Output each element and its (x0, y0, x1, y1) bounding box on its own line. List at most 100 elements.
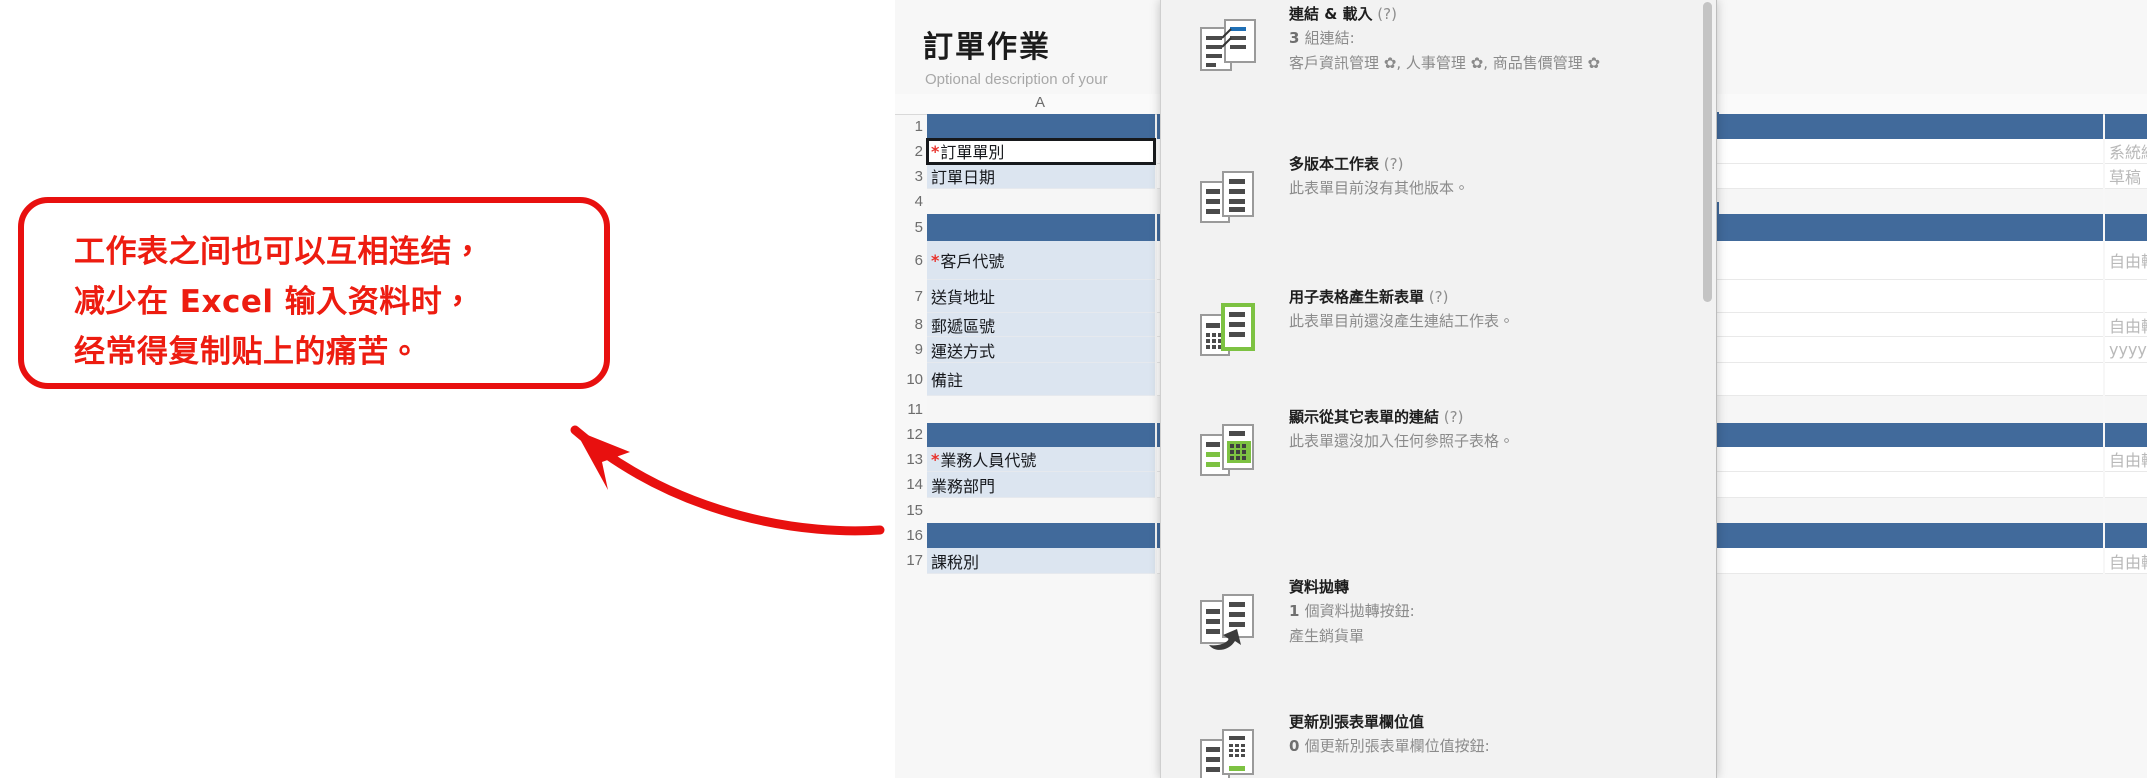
cell-label: 運送方式 (931, 341, 996, 361)
cell-placeholder: 自由輸入 (2109, 552, 2147, 572)
cell-d[interactable] (2105, 396, 2147, 423)
help-hint-icon[interactable]: (?) (1379, 155, 1404, 173)
feature-card-title[interactable]: 連結 & 載入 (?) (1289, 2, 1709, 26)
feature-card-title-text: 連結 & 載入 (1289, 5, 1373, 23)
callout-arrow (570, 425, 885, 536)
cell-a[interactable] (927, 396, 1155, 423)
feature-card-body: 更新別張表單欄位值 0 個更新別張表單欄位值按鈕: (1289, 710, 1709, 759)
cell-a[interactable]: 課稅別 (927, 548, 1155, 574)
cell-label: 備註 (931, 371, 964, 390)
page-title: 訂單作業 (923, 30, 1051, 65)
cell-d[interactable] (2105, 498, 2147, 523)
data-transfer-icon (1191, 583, 1263, 655)
help-hint-icon[interactable]: (?) (1424, 288, 1449, 306)
feature-card-body: 用子表格產生新表單 (?) 此表單目前還沒產生連結工作表。 (1289, 285, 1709, 334)
cell-d[interactable] (2105, 523, 2147, 548)
feature-card-title-text: 更新別張表單欄位值 (1289, 713, 1425, 731)
cell-d[interactable] (2105, 114, 2147, 139)
cell-a[interactable]: 業務部門 (927, 472, 1155, 498)
feature-card-summary: 1 個資料拋轉按鈕: (1289, 599, 1709, 624)
cell-d[interactable]: 自由輸入 (2105, 548, 2147, 574)
feature-card-title-text: 用子表格產生新表單 (1289, 288, 1425, 306)
feature-card-title[interactable]: 資料拋轉 (1289, 575, 1709, 599)
feature-card-summary: 0 個更新別張表單欄位值按鈕: (1289, 734, 1709, 759)
cell-d[interactable]: 自由輸入 (2105, 447, 2147, 472)
feature-card-title[interactable]: 用子表格產生新表單 (?) (1289, 285, 1709, 309)
cell-a[interactable]: 送貨地址 (927, 280, 1155, 313)
cell-a[interactable] (927, 189, 1155, 214)
feature-card-summary: 3 組連結: (1289, 26, 1709, 51)
show-links-from-other-forms-icon (1191, 413, 1263, 485)
form-features-panel[interactable]: 連結 & 載入 (?) 3 組連結: 客戶資訊管理 ✿, 人事管理 ✿, 商品售價管… (1160, 0, 1717, 778)
feature-count: 3 (1289, 29, 1305, 47)
required-marker: * (931, 250, 940, 270)
feature-card-body: 連結 & 載入 (?) 3 組連結: 客戶資訊管理 ✿, 人事管理 ✿, 商品售價管… (1289, 2, 1709, 76)
feature-count: 0 (1289, 737, 1305, 755)
cell-label: 業務部門 (931, 476, 996, 496)
column-header-d[interactable]: D (2105, 94, 2147, 111)
feature-card-title[interactable]: 顯示從其它表單的連結 (?) (1289, 405, 1709, 429)
panel-scrollbar-track[interactable] (1703, 0, 1714, 778)
cell-placeholder: yyyy/MM/dd (2109, 340, 2147, 359)
row-number[interactable]: 4 (895, 189, 923, 214)
cell-a[interactable] (927, 423, 1155, 447)
cell-label: 客戶代號 (940, 252, 1005, 271)
sheet-description[interactable]: Optional description of your (925, 71, 1108, 88)
link-load-icon (1191, 10, 1263, 82)
cell-placeholder: 自由輸入 (2109, 316, 2147, 336)
cell-a[interactable]: * 訂單單別 (926, 138, 1156, 165)
row-number[interactable]: 5 (895, 214, 923, 241)
cell-label: 訂單單別 (940, 143, 1005, 162)
feature-summary-text: 此表單還沒加入任何參照子表格。 (1289, 432, 1515, 450)
feature-summary-text: 此表單目前沒有其他版本。 (1289, 179, 1470, 197)
feature-summary-text: 個資料拋轉按鈕: (1304, 602, 1415, 620)
cell-d[interactable]: 自由輸入 (2105, 313, 2147, 337)
row-number[interactable]: 17 (895, 548, 923, 574)
cell-d[interactable] (2105, 280, 2147, 313)
cell-d[interactable]: 系統編號 (2105, 139, 2147, 164)
cell-d[interactable] (2105, 189, 2147, 214)
multi-version-sheet-icon (1191, 160, 1263, 232)
feature-card-title[interactable]: 多版本工作表 (?) (1289, 152, 1709, 176)
feature-card-summary: 此表單目前沒有其他版本。 (1289, 176, 1709, 201)
cell-d[interactable]: 自由輸入 (2105, 241, 2147, 280)
feature-card-title[interactable]: 更新別張表單欄位值 (1289, 710, 1709, 734)
feature-card-links[interactable]: 產生銷貨單 (1289, 624, 1709, 649)
required-marker: * (931, 449, 940, 469)
row-number[interactable]: 6 (895, 241, 923, 280)
cell-a[interactable] (927, 498, 1155, 523)
feature-card-summary: 此表單目前還沒產生連結工作表。 (1289, 309, 1709, 334)
cell-a[interactable]: * 客戶代號 (927, 241, 1155, 280)
cell-d[interactable] (2105, 423, 2147, 447)
feature-summary-text: 個更新別張表單欄位值按鈕: (1304, 737, 1490, 755)
cell-d[interactable]: yyyy/MM/dd (2105, 337, 2147, 363)
cell-a[interactable]: 郵遞區號 (927, 313, 1155, 337)
cell-a[interactable] (927, 523, 1155, 548)
cell-a[interactable] (927, 114, 1155, 139)
feature-card-summary: 此表單還沒加入任何參照子表格。 (1289, 429, 1709, 454)
row-number[interactable]: 1 (895, 114, 923, 139)
row-number[interactable]: 7 (895, 280, 923, 313)
help-hint-icon[interactable]: (?) (1373, 5, 1397, 23)
cell-a[interactable]: 運送方式 (927, 337, 1155, 363)
cell-d[interactable]: 草稿 (2105, 164, 2147, 189)
cell-a[interactable]: 備註 (927, 363, 1155, 396)
cell-label: 郵遞區號 (931, 316, 996, 336)
panel-scrollbar-thumb[interactable] (1703, 2, 1712, 302)
cell-d[interactable] (2105, 363, 2147, 396)
cell-label: 課稅別 (931, 552, 980, 572)
column-header-a[interactable]: A (925, 94, 1155, 111)
cell-a[interactable]: * 業務人員代號 (927, 447, 1155, 472)
cell-label: 業務人員代號 (940, 451, 1037, 470)
cell-d[interactable] (2105, 214, 2147, 241)
feature-card-body: 多版本工作表 (?) 此表單目前沒有其他版本。 (1289, 152, 1709, 201)
feature-summary-text: 組連結: (1304, 29, 1355, 47)
help-hint-icon[interactable]: (?) (1439, 408, 1464, 426)
feature-count: 1 (1289, 602, 1305, 620)
feature-card-links[interactable]: 客戶資訊管理 ✿, 人事管理 ✿, 商品售價管理 ✿ (1289, 51, 1709, 76)
required-marker: * (931, 141, 940, 161)
cell-d[interactable] (2105, 472, 2147, 498)
feature-card-body: 資料拋轉 1 個資料拋轉按鈕: 產生銷貨單 (1289, 575, 1709, 649)
cell-label: 送貨地址 (931, 288, 996, 307)
cell-a[interactable] (927, 214, 1155, 241)
